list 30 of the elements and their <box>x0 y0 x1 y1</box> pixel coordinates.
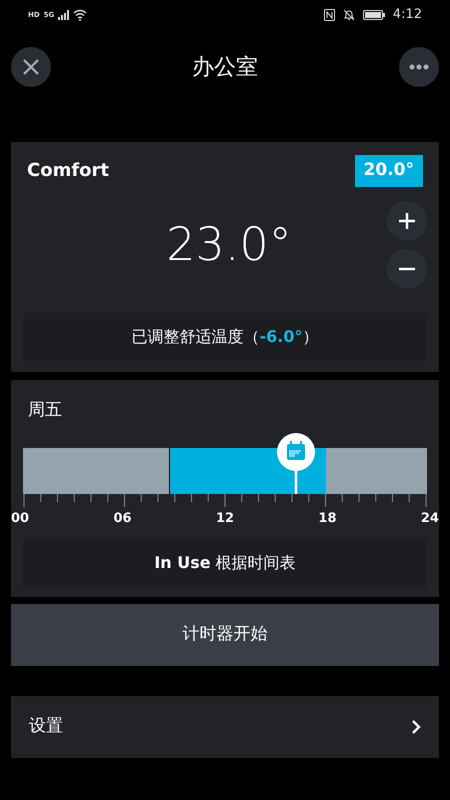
screen-title: 办公室 <box>192 54 258 82</box>
settings-row[interactable]: 设置 <box>11 696 439 758</box>
status-time: 4:12 <box>392 6 422 24</box>
axis-label: 18 <box>318 510 336 528</box>
more-button[interactable] <box>399 47 439 87</box>
signal-icon <box>58 10 70 20</box>
chevron-right-icon <box>412 720 421 734</box>
more-icon <box>409 64 429 70</box>
minus-icon <box>399 266 415 270</box>
axis-label: 00 <box>11 510 30 528</box>
axis-label: 06 <box>113 510 132 528</box>
setpoint-badge: 20.0° <box>354 155 423 186</box>
schedule-status: In Use 根据时间表 <box>154 552 296 574</box>
close-button[interactable] <box>11 47 51 87</box>
axis-label: 24 <box>420 510 439 528</box>
battery-icon <box>362 10 385 20</box>
axis-label: 12 <box>216 510 234 528</box>
bell-off-icon <box>342 9 355 21</box>
close-icon <box>23 59 39 75</box>
increase-button[interactable] <box>387 200 427 240</box>
mode-label: Comfort <box>27 159 110 184</box>
settings-label: 设置 <box>29 715 63 738</box>
decrease-button[interactable] <box>387 248 427 288</box>
nfc-icon <box>324 9 335 21</box>
timer-start-button[interactable]: 计时器开始 <box>11 604 439 666</box>
temperature-reading: 23.0° <box>165 216 293 273</box>
plus-icon <box>399 212 415 228</box>
day-label: 周五 <box>27 399 63 422</box>
wifi-icon <box>73 9 88 21</box>
adjustment-note: 已调整舒适温度（-6.0°） <box>132 326 318 348</box>
